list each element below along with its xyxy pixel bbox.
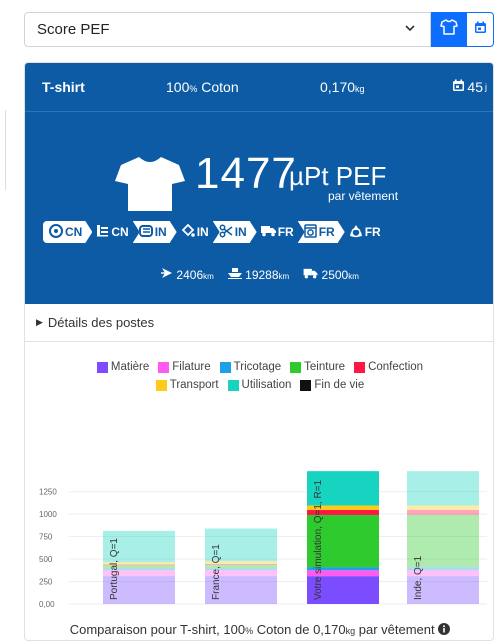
score-block: 1477 µPt PEF par vêtement — [25, 149, 493, 211]
tshirt-icon — [115, 155, 185, 218]
days-value: 45 — [467, 79, 483, 95]
category-label: Votre simulation, Q=1, R=1 — [313, 479, 324, 600]
material-pct: 100 — [166, 79, 190, 95]
product-summary: T-shirt 100% Coton 0,170kg 45 j — [25, 63, 493, 111]
recycle-icon — [349, 224, 363, 241]
days-unit: j — [485, 82, 487, 92]
chain-step-use: FR — [298, 221, 345, 243]
chart-svg: 125010007505002500,00Portugal, Q=1813µPt… — [39, 471, 487, 609]
score-unit: µPt PEF — [289, 161, 387, 191]
material-name: Coton — [201, 79, 239, 95]
y-tick-label: 1250 — [39, 488, 57, 497]
fabric-roll-icon — [139, 224, 153, 241]
chain-step-dyeing: IN — [177, 221, 213, 243]
ship-icon — [227, 268, 242, 282]
chain-step-end-of-life: FR — [345, 221, 385, 243]
hero-divider — [25, 111, 493, 112]
y-tick-label: 750 — [39, 533, 53, 542]
transport-plane: 2406km — [161, 267, 214, 282]
category-label: Portugal, Q=1 — [109, 538, 120, 600]
bar-segment — [407, 510, 479, 515]
y-tick-label: 0,00 — [39, 600, 55, 609]
calendar-icon — [474, 21, 487, 39]
score-value: 1477 — [195, 149, 297, 198]
view-duration-button[interactable] — [466, 12, 494, 47]
chain-step-knitting: IN — [133, 221, 177, 243]
mass-value: 0,170 — [320, 79, 356, 95]
dye-bucket-icon — [181, 223, 195, 241]
category-label: Inde, Q=1 — [413, 555, 424, 600]
details-label: Détails des postes — [47, 315, 155, 330]
view-product-button[interactable] — [431, 12, 466, 47]
comparison-chart: Matière Filature Tricotage Teinture Confecti… — [25, 342, 493, 640]
washing-machine-icon — [304, 224, 317, 241]
y-tick-label: 1000 — [39, 510, 57, 519]
material-summary: 100% Coton — [166, 79, 239, 95]
chevron-down-icon — [404, 22, 416, 37]
chain-step-distribution: FR — [257, 221, 298, 243]
product-title: T-shirt — [42, 79, 85, 95]
category-label: France, Q=1 — [211, 544, 222, 600]
bar-segment — [407, 505, 479, 511]
mass-unit: kg — [355, 84, 365, 94]
left-panel-edge — [0, 110, 6, 190]
spinning-icon — [49, 224, 63, 241]
score-per-item: par vêtement — [328, 189, 399, 203]
caret-right-icon: ▶ — [36, 317, 43, 327]
plane-icon — [161, 268, 173, 282]
chain-step-spinning: CN — [43, 221, 92, 243]
chain-step-making: IN — [213, 221, 257, 243]
chart-caption: Comparaison pour T-shirt, 100% Coton de … — [25, 622, 493, 637]
y-tick-label: 250 — [39, 578, 53, 587]
y-tick-label: 500 — [39, 555, 53, 564]
score-select[interactable]: Score PEF — [24, 12, 431, 47]
info-icon[interactable] — [438, 622, 451, 637]
chain-step-weaving: CN — [92, 221, 132, 243]
toolbar: Score PEF — [24, 12, 494, 47]
transport-ship: 19288km — [227, 267, 289, 282]
weaving-icon — [96, 224, 109, 240]
mass-summary: 0,170kg — [320, 79, 365, 95]
truck-icon — [260, 224, 276, 240]
truck-icon — [303, 268, 318, 282]
calendar-icon — [452, 79, 465, 95]
details-toggle[interactable]: ▶ Détails des postes — [25, 304, 493, 342]
tshirt-icon — [439, 19, 458, 40]
score-select-value: Score PEF — [37, 21, 110, 38]
score-hero: T-shirt 100% Coton 0,170kg 45 j 1477 µPt … — [25, 63, 493, 304]
material-pct-unit: % — [189, 84, 198, 94]
duration-summary: 45 j — [452, 79, 487, 95]
transport-distances: 2406km 19288km 2500km — [25, 267, 493, 282]
scissors-icon — [219, 224, 233, 241]
bar-segment — [407, 471, 479, 506]
production-chain: CN CN IN IN IN FR FR FR — [43, 220, 385, 244]
transport-truck: 2500km — [303, 267, 359, 282]
result-card: T-shirt 100% Coton 0,170kg 45 j 1477 µPt … — [24, 62, 494, 641]
